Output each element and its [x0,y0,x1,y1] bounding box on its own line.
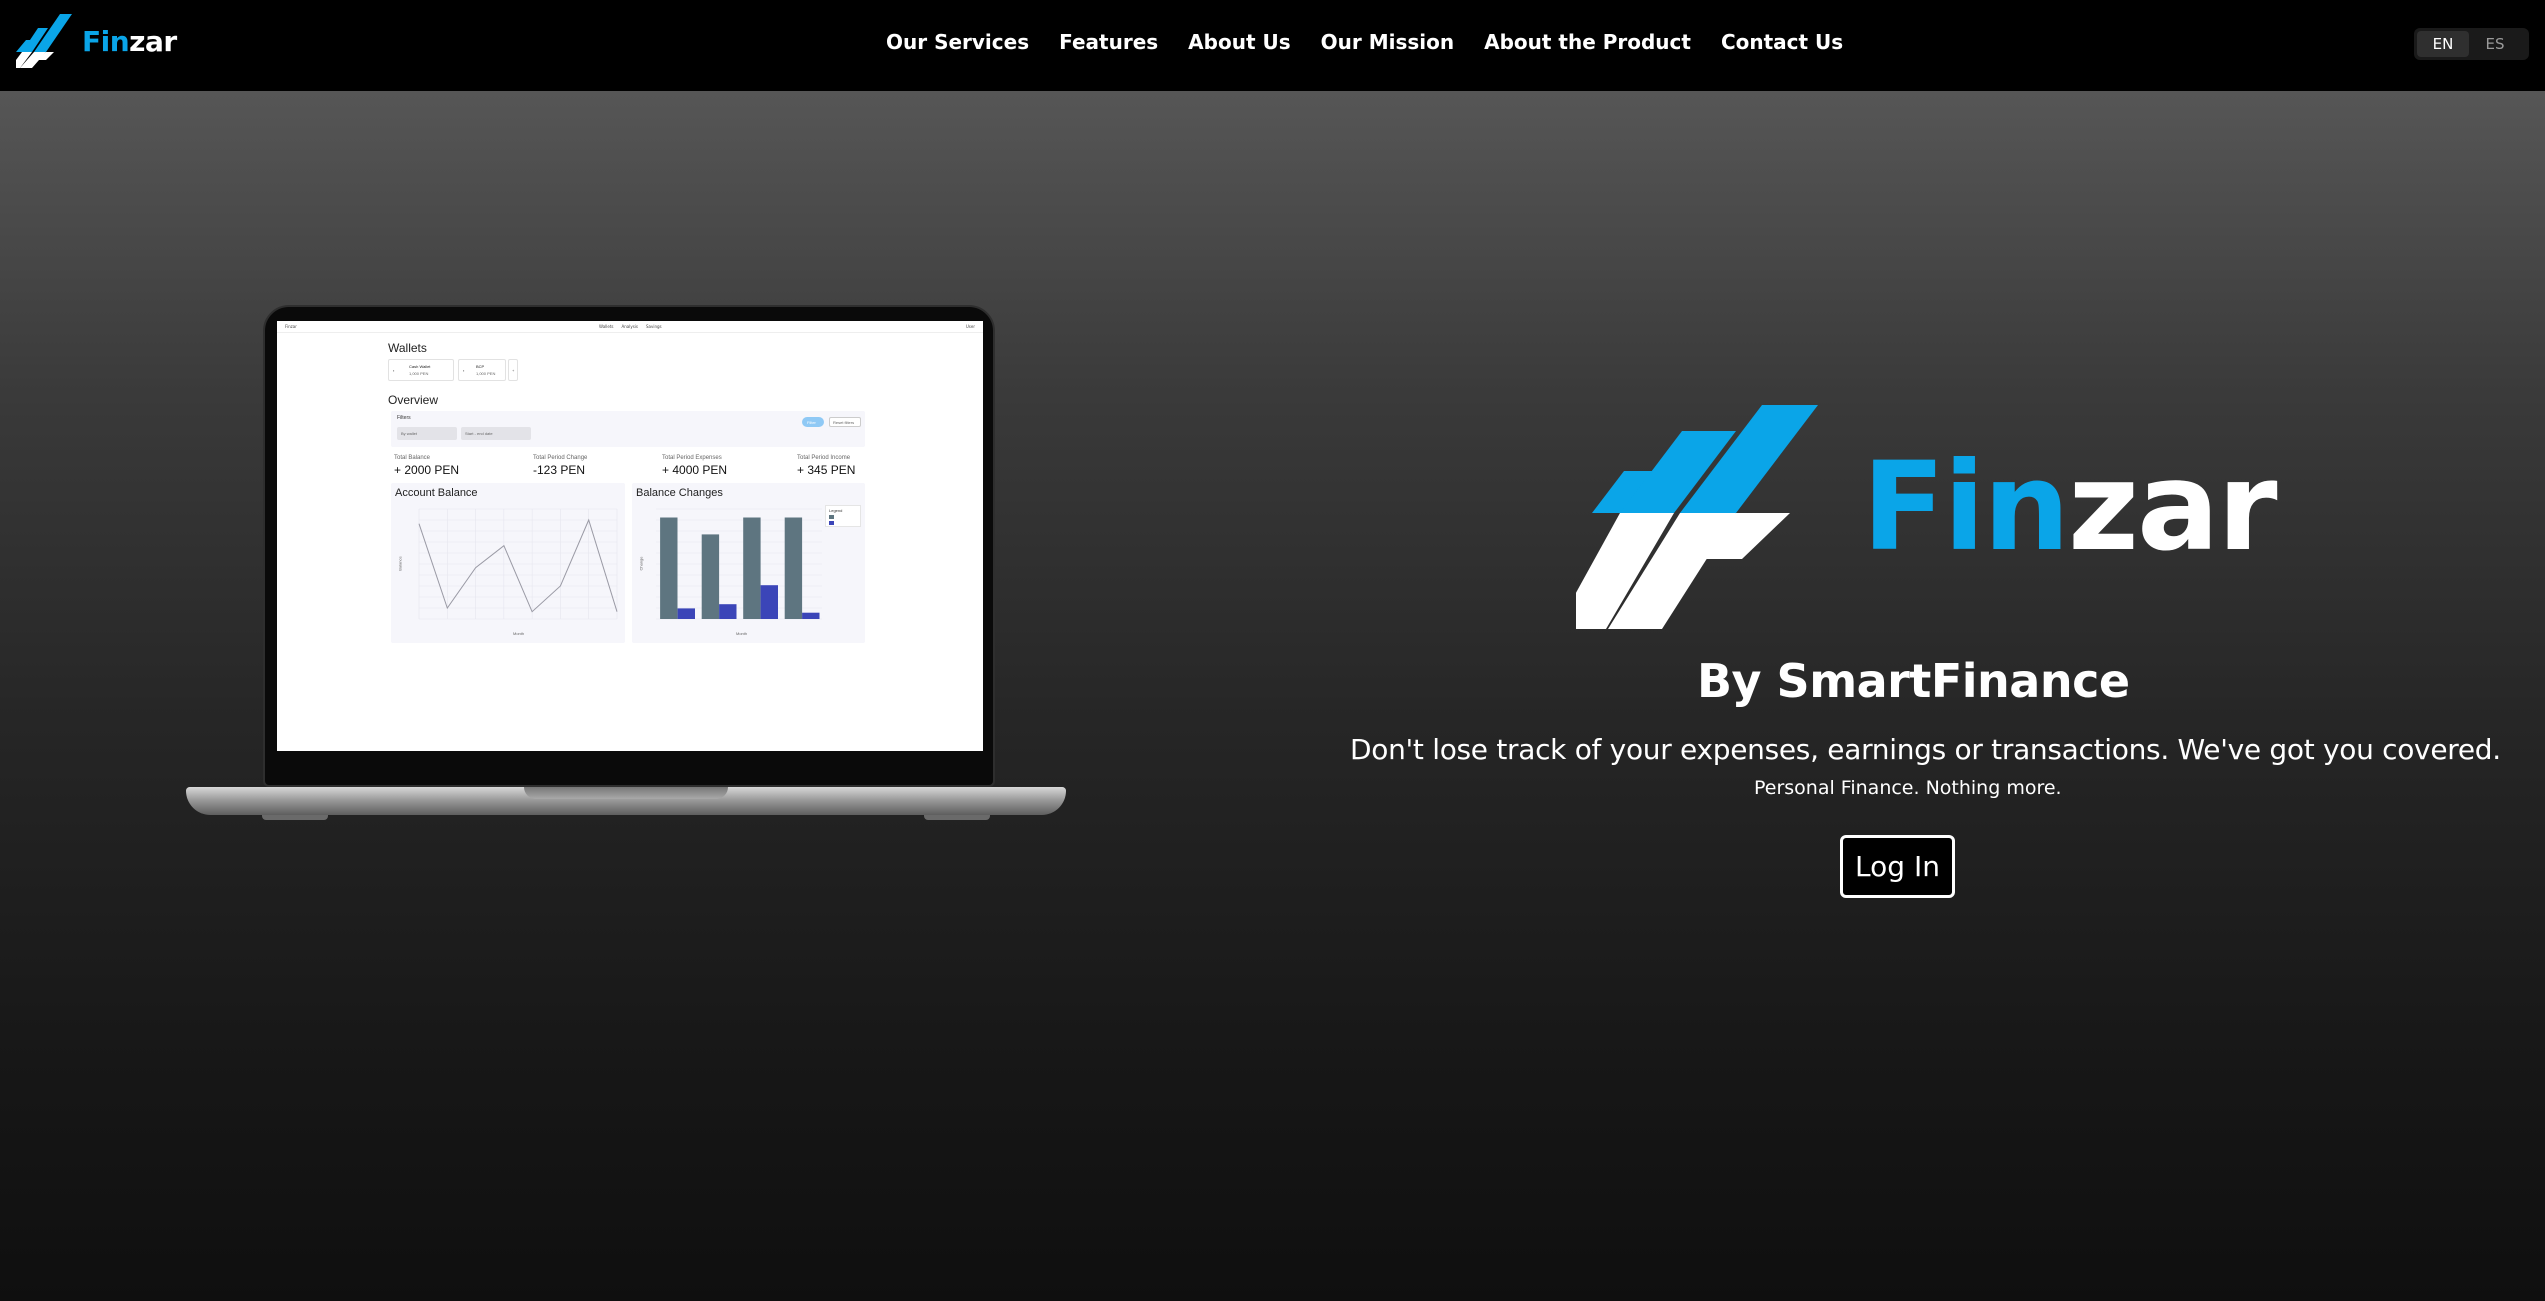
screen-add-wallet: + [508,359,518,381]
filter-dates-text: Start - end date [465,431,493,436]
stat-value: -123 PEN [533,463,586,477]
screen-wallets-title: Wallets [388,341,427,355]
legend-swatch [829,515,834,519]
filter-apply-text: Filter [807,420,816,425]
laptop-notch [524,787,728,799]
hero-byline: By SmartFinance [1697,654,2130,708]
screen-balance-chart-panel: Balance Changes Month Change Legend [632,483,865,643]
nav-features[interactable]: Features [1059,30,1158,54]
balance-bar [802,612,820,619]
nav-our-services[interactable]: Our Services [886,30,1029,54]
language-switcher: EN ES [2414,28,2529,60]
account-balance-chart [418,508,618,620]
balance-bar [719,604,737,619]
brand-wordmark: Finzar [82,24,177,58]
laptop-lid: Finzar Wallets Analysis Savings User Wal… [263,305,995,787]
plus-icon: + [512,368,515,373]
balance-bar [701,534,720,619]
wallet-name: BCP [476,364,485,369]
brand-logo-link[interactable]: Finzar [16,14,177,68]
main-nav: Our Services Features About Us Our Missi… [886,30,1873,54]
balance-chart-legend: Legend [825,505,861,527]
laptop-foot [262,815,328,820]
login-button[interactable]: Log In [1840,835,1955,898]
nav-about-the-product[interactable]: About the Product [1484,30,1691,54]
balance-bar [743,517,761,619]
account-chart-xlabel: Month [513,631,525,636]
screen-app-user: User [965,324,975,329]
nav-our-mission[interactable]: Our Mission [1321,30,1454,54]
laptop-screen: Finzar Wallets Analysis Savings User Wal… [277,321,983,751]
balance-bar [660,517,678,619]
screen-nav-item: Wallets [599,324,614,329]
screen-filters-panel: Filters By wallet Start - end date Filte… [391,411,865,447]
finzar-logo-icon [16,14,72,68]
lang-en-button[interactable]: EN [2417,31,2469,57]
filter-apply-button: Filter [802,417,824,427]
stat-value: + 345 PEN [797,463,856,477]
hero-tagline: Don't lose track of your expenses, earni… [1350,733,2501,766]
balance-chart-title: Balance Changes [636,487,723,499]
lang-es-button[interactable]: ES [2469,31,2521,57]
laptop-mockup: Finzar Wallets Analysis Savings User Wal… [186,305,1066,820]
wallet-icon: ▪ [463,368,465,373]
screen-nav-item: Savings [645,324,662,329]
legend-swatch [829,521,834,525]
screen-overview-title: Overview [388,393,439,407]
filter-dates: Start - end date [461,427,531,440]
wallet-name: Cash Wallet [409,364,431,369]
filter-select: By wallet [397,427,457,440]
navbar: Finzar Our Services Features About Us Ou… [0,0,2545,91]
filters-label: Filters [397,415,411,421]
wallet-amount: 1,000 PEN [409,371,429,376]
hero-subtagline: Personal Finance. Nothing more. [1754,777,2062,799]
screen-nav-item: Analysis [621,324,638,329]
laptop-base [186,787,1066,815]
account-chart-title: Account Balance [395,487,478,499]
nav-contact-us[interactable]: Contact Us [1721,30,1843,54]
screen-app-nav: Wallets Analysis Savings [599,324,662,329]
stat-value: + 2000 PEN [394,463,460,477]
balance-bar [760,585,778,619]
stat-label: Total Period Change [533,455,588,461]
screen-app-brand: Finzar [285,324,297,329]
stat-label: Total Period Income [797,455,851,461]
screen-account-chart-panel: Account Balance Month Balance [391,483,625,643]
hero-logo-wordmark: Finzar [1862,436,2278,578]
balance-bar [677,608,695,619]
account-chart-ylabel: Balance [397,556,403,571]
stat-label: Total Period Expenses [662,455,722,461]
balance-bar [784,517,803,619]
stat-value: + 4000 PEN [662,463,728,477]
wallet-icon: ▪ [393,368,395,373]
laptop-foot [924,815,990,820]
screen-wallet-card: ▪ Cash Wallet 1,000 PEN [388,359,454,381]
legend-title: Legend [829,508,843,513]
nav-about-us[interactable]: About Us [1188,30,1290,54]
balance-chart-ylabel: Change [638,556,644,571]
screen-wallet-card: ▪ BCP 1,000 PEN [458,359,506,381]
balance-chart-xlabel: Month [736,631,748,636]
filter-reset-text: Reset filters [833,420,855,425]
screen-app-topbar: Finzar Wallets Analysis Savings User [277,321,983,333]
account-balance-line [418,518,618,613]
finzar-hero-logo-icon [1576,405,1818,629]
wallet-amount: 1,000 PEN [476,371,496,376]
stat-label: Total Balance [394,455,431,461]
filter-select-text: By wallet [401,431,418,436]
filter-reset-button: Reset filters [829,417,861,427]
